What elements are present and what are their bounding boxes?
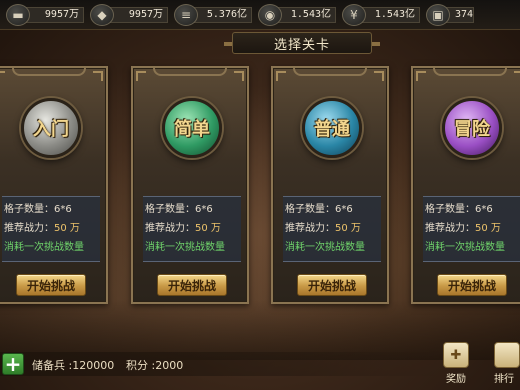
difficulty-name: 冒险 bbox=[454, 119, 490, 140]
stage-info-panel: 格子数量：6*6 推荐战力：50 万 消耗一次挑战数量 bbox=[2, 196, 100, 262]
stage-card-easy[interactable]: 简单 格子数量：6*6 推荐战力：50 万 消耗一次挑战数量 开始挑战 bbox=[131, 66, 249, 304]
stage-info-panel: 格子数量：6*6 推荐战力：50 万 消耗一次挑战数量 bbox=[423, 196, 520, 262]
resource-silver[interactable]: ▬ 9957万 bbox=[6, 3, 84, 26]
ranking-icon bbox=[494, 342, 520, 368]
resource-cloth[interactable]: ▣ 374 bbox=[426, 3, 474, 26]
coin-icon: ◉ bbox=[258, 3, 282, 26]
food-sack-icon: ◆ bbox=[90, 3, 114, 26]
resource-value: 5.376亿 bbox=[192, 6, 252, 23]
difficulty-name: 入门 bbox=[33, 119, 69, 140]
card-corner-ornament bbox=[234, 71, 244, 81]
recommended-power-label: 推荐战力： bbox=[145, 223, 195, 234]
start-challenge-button[interactable]: 开始挑战 bbox=[157, 274, 227, 296]
recommended-power-value: 50 万 bbox=[475, 223, 501, 234]
recommended-power-value: 50 万 bbox=[195, 223, 221, 234]
resource-value: 9957万 bbox=[108, 6, 168, 23]
recommended-power-row: 推荐战力：50 万 bbox=[145, 219, 241, 238]
resource-value: 1.543亿 bbox=[276, 6, 336, 23]
cost-text: 消耗一次挑战数量 bbox=[285, 242, 365, 253]
card-corner-ornament bbox=[416, 71, 426, 81]
recommended-power-row: 推荐战力：50 万 bbox=[285, 219, 381, 238]
grid-count-row: 格子数量：6*6 bbox=[4, 200, 100, 219]
grid-count-label: 格子数量： bbox=[145, 204, 195, 215]
cloth-icon: ▣ bbox=[426, 3, 450, 26]
card-arch-ornament bbox=[293, 68, 367, 76]
reserve-troops-text: 储备兵 :120000 bbox=[32, 359, 115, 372]
start-challenge-button[interactable]: 开始挑战 bbox=[16, 274, 86, 296]
difficulty-orb-normal: 普通 bbox=[302, 98, 362, 158]
reward-button[interactable]: ✚ 奖励 bbox=[438, 342, 474, 386]
wheat-icon: ¥ bbox=[342, 3, 366, 26]
silver-ingot-icon: ▬ bbox=[6, 3, 30, 26]
resource-food[interactable]: ◆ 9957万 bbox=[90, 3, 168, 26]
recommended-power-value: 50 万 bbox=[54, 223, 80, 234]
ranking-button[interactable]: 排行 bbox=[494, 342, 520, 386]
card-arch-ornament bbox=[12, 68, 86, 76]
gift-box-icon: ✚ bbox=[443, 342, 469, 368]
page-title: 选择关卡 bbox=[273, 37, 330, 53]
start-challenge-button[interactable]: 开始挑战 bbox=[437, 274, 507, 296]
stage-card-normal[interactable]: 普通 格子数量：6*6 推荐战力：50 万 消耗一次挑战数量 开始挑战 bbox=[271, 66, 389, 304]
card-arch-ornament bbox=[433, 68, 507, 76]
grid-count-label: 格子数量： bbox=[4, 204, 54, 215]
grid-count-row: 格子数量：6*6 bbox=[425, 200, 520, 219]
recommended-power-label: 推荐战力： bbox=[4, 223, 54, 234]
score-text: 积分 :2000 bbox=[126, 359, 184, 372]
grid-count-value: 6*6 bbox=[54, 204, 72, 215]
stage-info-panel: 格子数量：6*6 推荐战力：50 万 消耗一次挑战数量 bbox=[283, 196, 381, 262]
resource-coin[interactable]: ◉ 1.543亿 bbox=[258, 3, 336, 26]
resource-value: 9957万 bbox=[24, 6, 84, 23]
resource-wheat[interactable]: ¥ 1.543亿 bbox=[342, 3, 420, 26]
difficulty-orb-easy: 简单 bbox=[162, 98, 222, 158]
difficulty-name: 普通 bbox=[314, 119, 350, 140]
resource-ore[interactable]: ≡ 5.376亿 bbox=[174, 3, 252, 26]
card-corner-ornament bbox=[374, 71, 384, 81]
grid-count-row: 格子数量：6*6 bbox=[145, 200, 241, 219]
cost-text: 消耗一次挑战数量 bbox=[425, 242, 505, 253]
card-corner-ornament bbox=[0, 71, 5, 81]
difficulty-name: 简单 bbox=[174, 119, 210, 140]
resource-bar: ▬ 9957万 ◆ 9957万 ≡ 5.376亿 ◉ 1.543亿 ¥ 1.54… bbox=[0, 0, 520, 30]
grid-count-value: 6*6 bbox=[475, 204, 493, 215]
cost-text: 消耗一次挑战数量 bbox=[4, 242, 84, 253]
reward-label: 奖励 bbox=[446, 374, 466, 385]
difficulty-orb-adventure: 冒险 bbox=[442, 98, 502, 158]
bottom-bar: + 储备兵 :120000 积分 :2000 ✚ 奖励 排行 bbox=[0, 340, 520, 390]
stage-card-adventure[interactable]: 冒险 格子数量：6*6 推荐战力：50 万 消耗一次挑战数量 开始挑战 bbox=[411, 66, 520, 304]
recommended-power-value: 50 万 bbox=[335, 223, 361, 234]
card-corner-ornament bbox=[93, 71, 103, 81]
plus-icon[interactable]: + bbox=[2, 353, 24, 375]
recommended-power-label: 推荐战力： bbox=[285, 223, 335, 234]
card-corner-ornament bbox=[136, 71, 146, 81]
stage-info-panel: 格子数量：6*6 推荐战力：50 万 消耗一次挑战数量 bbox=[143, 196, 241, 262]
ranking-label: 排行 bbox=[494, 374, 514, 385]
grid-count-label: 格子数量： bbox=[425, 204, 475, 215]
resource-value: 1.543亿 bbox=[360, 6, 420, 23]
grid-count-value: 6*6 bbox=[195, 204, 213, 215]
recommended-power-row: 推荐战力：50 万 bbox=[425, 219, 520, 238]
grid-count-row: 格子数量：6*6 bbox=[285, 200, 381, 219]
grid-count-label: 格子数量： bbox=[285, 204, 335, 215]
card-arch-ornament bbox=[153, 68, 227, 76]
card-corner-ornament bbox=[514, 71, 520, 81]
start-challenge-button[interactable]: 开始挑战 bbox=[297, 274, 367, 296]
cost-text: 消耗一次挑战数量 bbox=[145, 242, 225, 253]
recommended-power-row: 推荐战力：50 万 bbox=[4, 219, 100, 238]
grid-count-value: 6*6 bbox=[335, 204, 353, 215]
stage-card-beginner[interactable]: 入门 格子数量：6*6 推荐战力：50 万 消耗一次挑战数量 开始挑战 bbox=[0, 66, 108, 304]
card-corner-ornament bbox=[276, 71, 286, 81]
ore-stack-icon: ≡ bbox=[174, 3, 198, 26]
recommended-power-label: 推荐战力： bbox=[425, 223, 475, 234]
stage-select-title-banner: 选择关卡 bbox=[224, 32, 380, 54]
difficulty-orb-beginner: 入门 bbox=[21, 98, 81, 158]
